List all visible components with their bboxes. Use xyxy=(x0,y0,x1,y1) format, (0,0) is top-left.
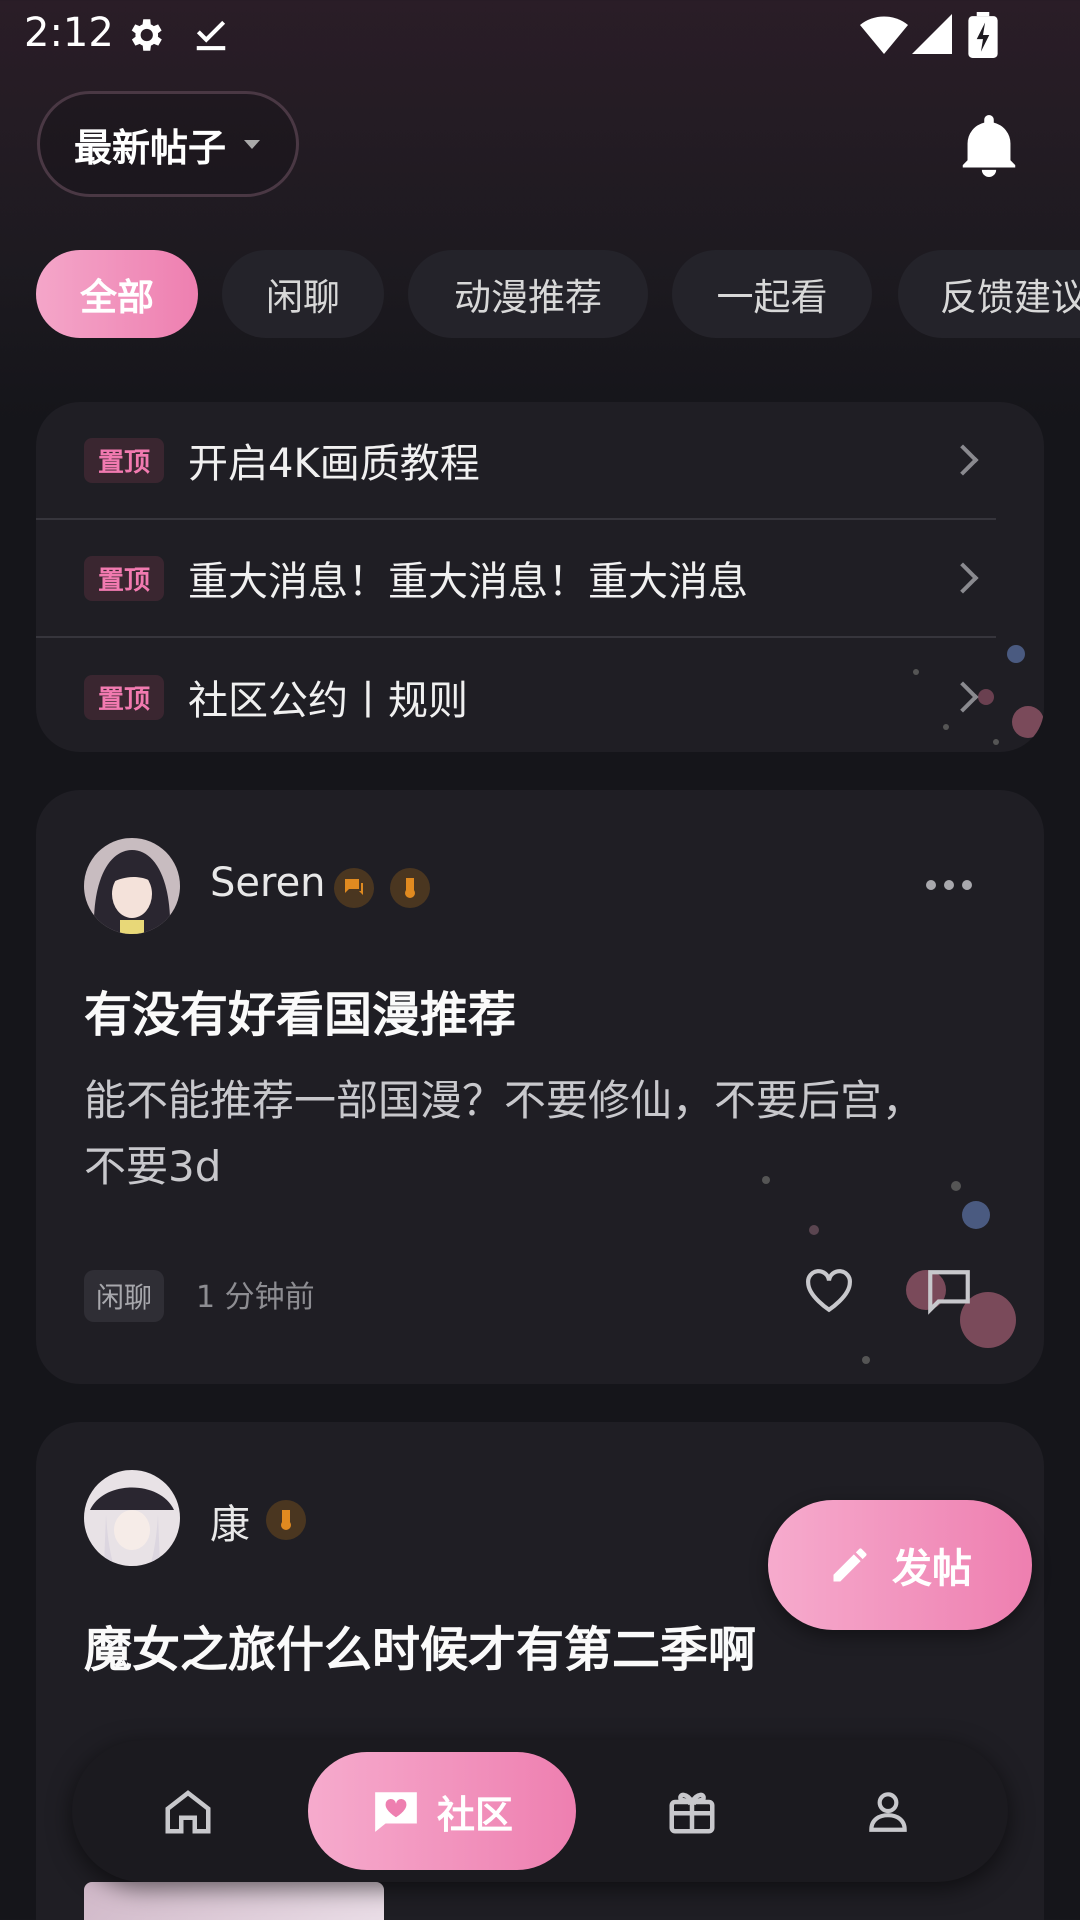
pinned-item[interactable]: 置顶 社区公约丨规则 xyxy=(36,638,996,752)
avatar[interactable] xyxy=(84,838,180,934)
battery-charging-icon xyxy=(968,12,998,58)
tab-watch-together[interactable]: 一起看 xyxy=(672,250,872,338)
tab-all[interactable]: 全部 xyxy=(36,250,198,338)
pencil-icon xyxy=(833,1548,867,1582)
new-post-label: 发帖 xyxy=(892,1546,972,1592)
pinned-posts-card: 置顶 开启4K画质教程 置顶 重大消息！重大消息！重大消息 置顶 社区公约丨规则 xyxy=(36,402,1044,752)
more-options-icon[interactable] xyxy=(926,880,972,892)
post-card[interactable]: Seren 有没有好看国漫推荐 能不能推荐一部国漫？不要修仙，不要后宫，不要3d… xyxy=(36,790,1044,1384)
pin-badge: 置顶 xyxy=(84,555,165,601)
download-done-icon xyxy=(196,20,226,51)
nav-community[interactable]: 社区 xyxy=(308,1752,576,1870)
sort-label: 最新帖子 xyxy=(74,125,227,170)
new-post-button[interactable]: 发帖 xyxy=(768,1500,1032,1630)
post-title: 有没有好看国漫推荐 xyxy=(84,987,517,1043)
like-icon[interactable] xyxy=(804,1268,854,1314)
status-bar: 2:12 xyxy=(0,0,1080,72)
nav-community-label: 社区 xyxy=(436,1792,513,1837)
post-tag[interactable]: 闲聊 xyxy=(84,1270,165,1322)
settings-icon xyxy=(131,19,162,51)
pin-badge: 置顶 xyxy=(84,437,165,483)
flower-decoration xyxy=(762,1176,1016,1364)
nav-home[interactable] xyxy=(128,1740,248,1882)
author-name[interactable]: Seren xyxy=(210,860,326,906)
wifi-icon xyxy=(860,16,908,54)
bottom-navigation: 社区 xyxy=(72,1740,1008,1882)
pinned-title: 社区公约丨规则 xyxy=(188,678,469,724)
medal-badge-icon xyxy=(390,868,430,908)
medal-badge-icon xyxy=(266,1500,306,1540)
chevron-right-icon xyxy=(947,681,979,713)
post-image[interactable] xyxy=(84,1882,384,1920)
tab-feedback[interactable]: 反馈建议 xyxy=(898,250,1080,338)
chevron-right-icon xyxy=(947,444,979,476)
avatar[interactable] xyxy=(84,1470,180,1566)
tab-anime-recommend[interactable]: 动漫推荐 xyxy=(408,250,648,338)
pinned-title: 重大消息！重大消息！重大消息 xyxy=(188,559,749,605)
author-name[interactable]: 康 xyxy=(210,1492,250,1550)
tab-chat[interactable]: 闲聊 xyxy=(222,250,384,338)
nav-gift[interactable] xyxy=(632,1740,752,1882)
post-title: 魔女之旅什么时候才有第二季啊 xyxy=(84,1622,757,1678)
home-icon xyxy=(165,1790,211,1834)
gift-icon xyxy=(669,1792,715,1834)
chevron-right-icon xyxy=(947,562,979,594)
bell-icon[interactable] xyxy=(960,115,1018,177)
pin-badge: 置顶 xyxy=(84,674,165,720)
pinned-item[interactable]: 置顶 开启4K画质教程 xyxy=(36,402,996,520)
pinned-item[interactable]: 置顶 重大消息！重大消息！重大消息 xyxy=(36,520,996,638)
comment-icon[interactable] xyxy=(924,1266,974,1316)
sort-dropdown[interactable]: 最新帖子 xyxy=(37,91,299,197)
chat-heart-icon xyxy=(375,1792,417,1832)
nav-profile[interactable] xyxy=(828,1740,948,1882)
post-time: 1 分钟前 xyxy=(196,1280,315,1315)
status-time: 2:12 xyxy=(24,10,114,56)
signal-icon xyxy=(912,14,952,54)
pinned-title: 开启4K画质教程 xyxy=(188,441,480,487)
post-body: 能不能推荐一部国漫？不要修仙，不要后宫，不要3d xyxy=(84,1076,925,1191)
category-tabs: 全部 闲聊 动漫推荐 一起看 反馈建议 xyxy=(36,250,1080,338)
caret-down-icon xyxy=(244,139,261,149)
profile-icon xyxy=(869,1792,907,1832)
chat-badge-icon xyxy=(334,868,374,908)
